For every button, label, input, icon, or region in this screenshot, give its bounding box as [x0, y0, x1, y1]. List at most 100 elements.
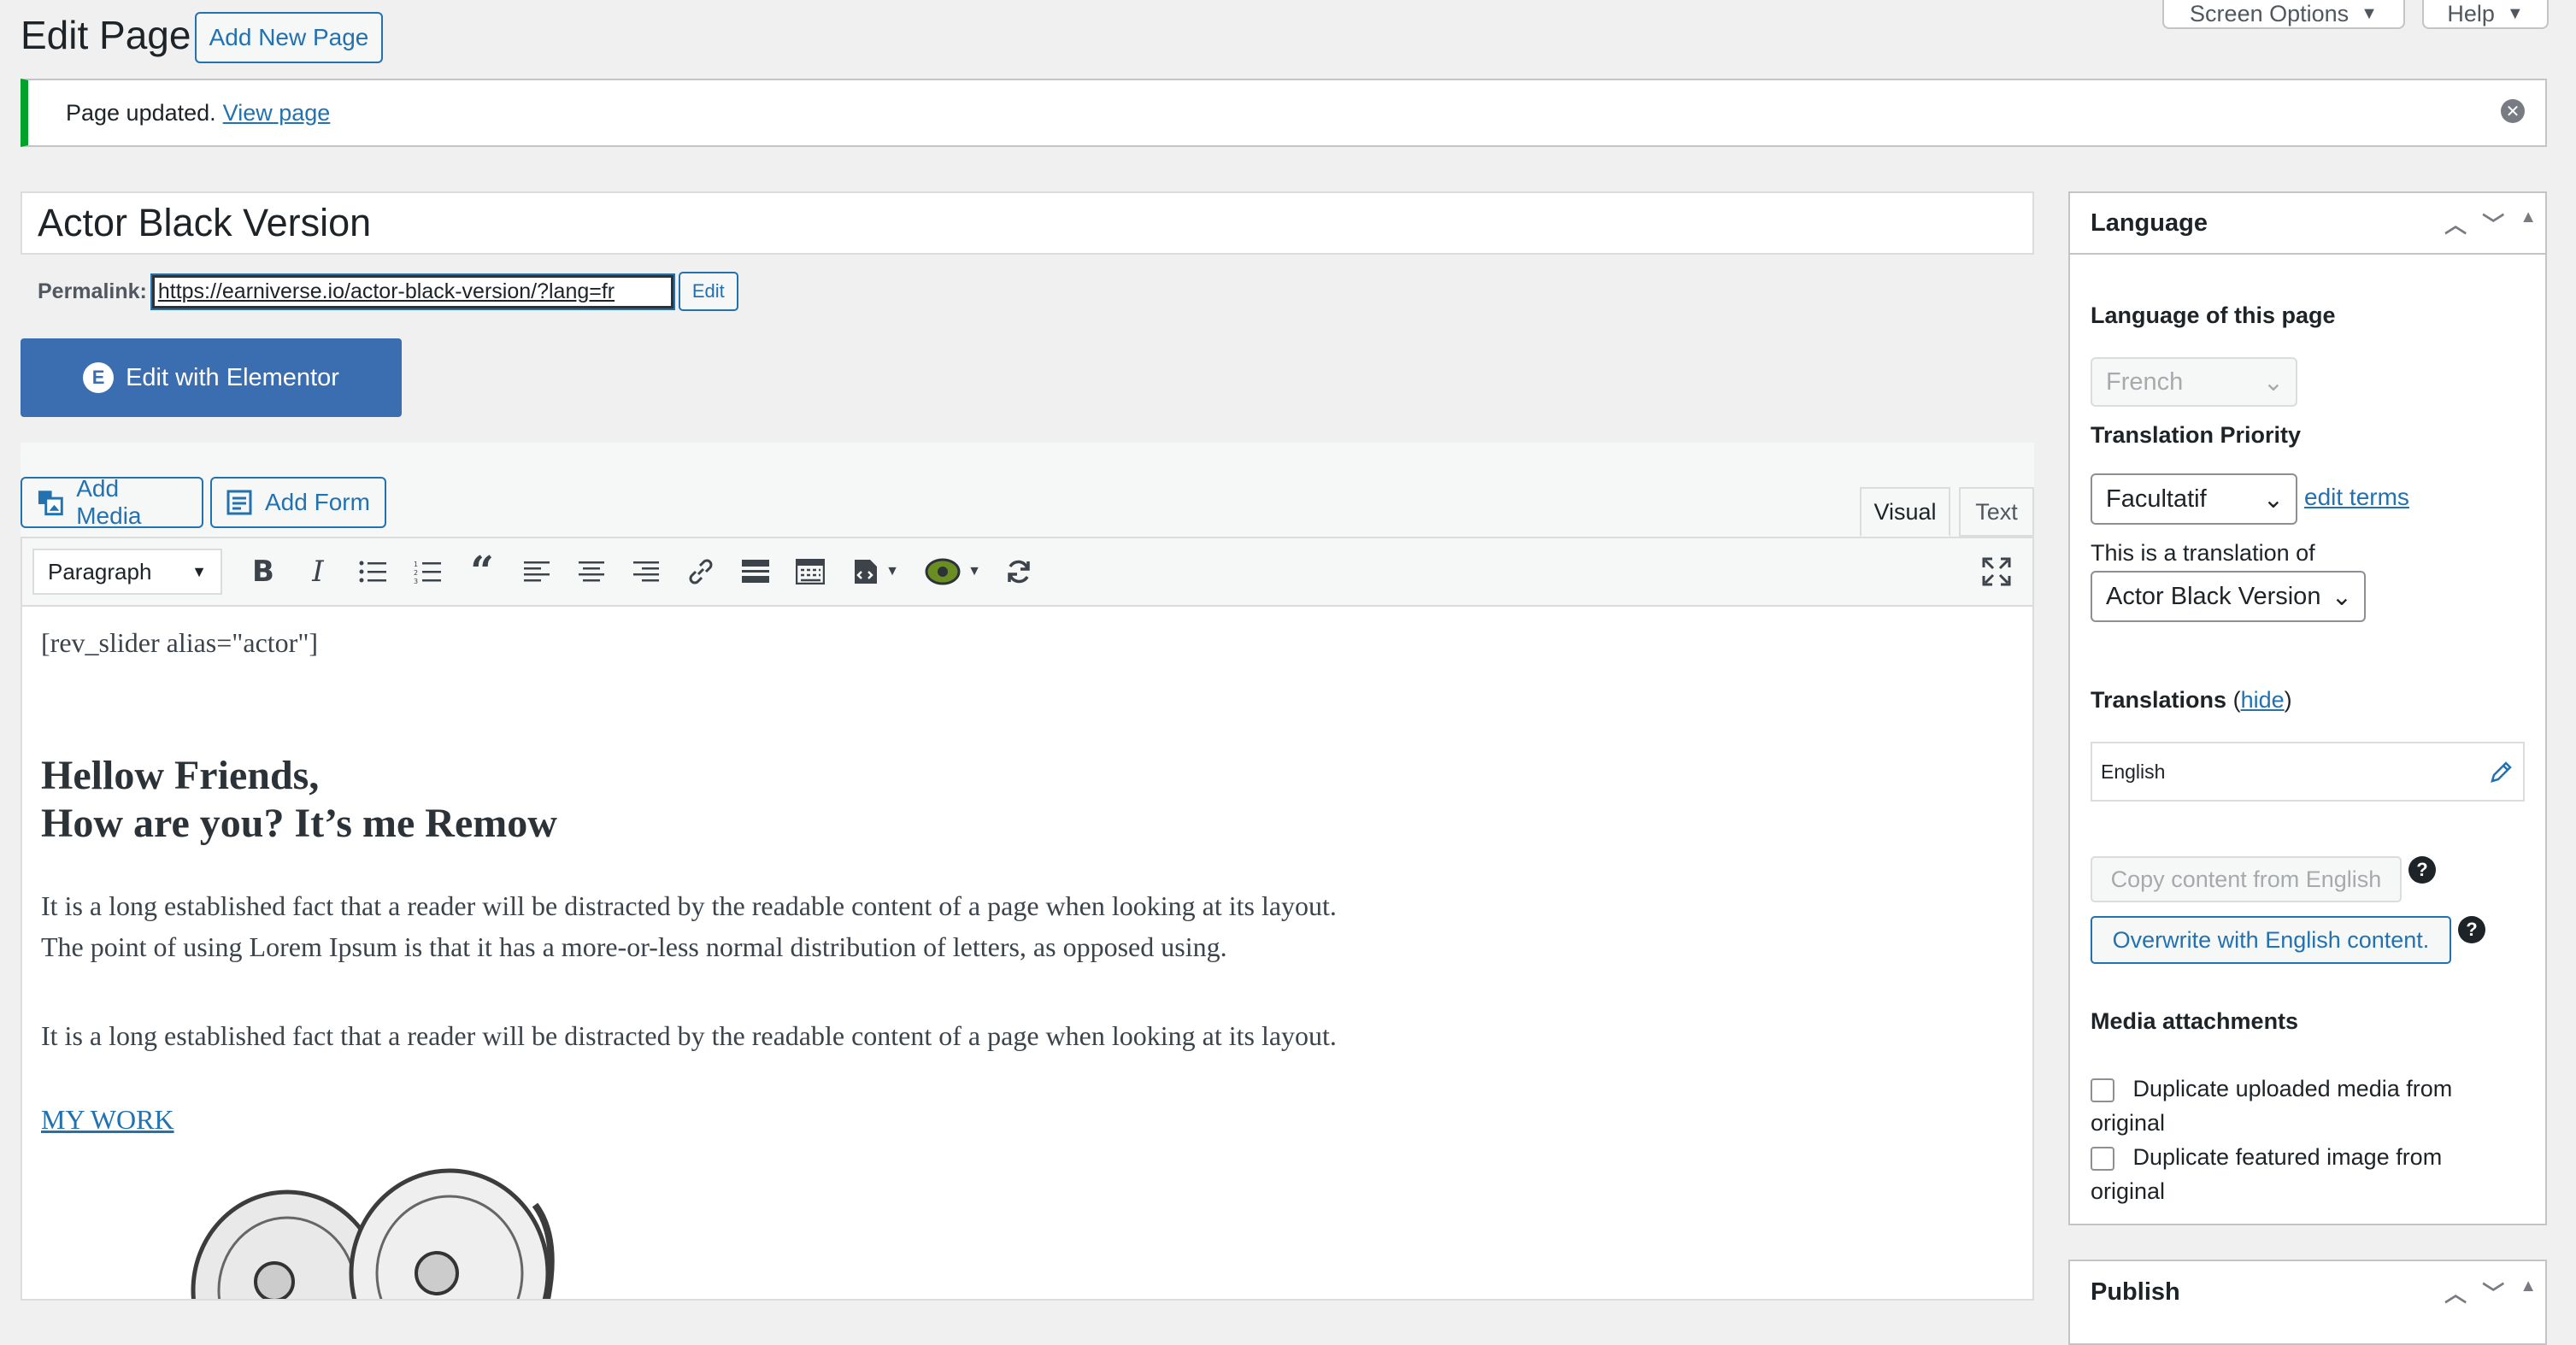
- chevron-up-icon[interactable]: ︿: [2444, 208, 2467, 239]
- heading-line-1: Hellow Friends,: [41, 753, 320, 798]
- shortcode-icon[interactable]: ▼: [838, 546, 915, 597]
- read-more-icon[interactable]: [728, 546, 783, 597]
- duplicate-media-checkbox[interactable]: [2091, 1078, 2114, 1102]
- metabox-controls: ︿ ﹀ ▲: [2444, 1277, 2537, 1308]
- add-form-label: Add Form: [265, 489, 370, 515]
- overwrite-content-button[interactable]: Overwrite with English content.: [2091, 916, 2451, 964]
- format-select[interactable]: Paragraph ▼: [32, 549, 222, 595]
- align-center-icon[interactable]: [564, 546, 619, 597]
- editor-content[interactable]: [rev_slider alias="actor"] Hellow Friend…: [21, 607, 2034, 1301]
- elementor-icon: E: [83, 362, 115, 393]
- duplicate-media-label-2: original: [2091, 1110, 2166, 1136]
- language-select-value: French: [2106, 367, 2184, 396]
- chevron-down-icon: ⌄: [2262, 368, 2284, 396]
- heading-line-2: How are you? It’s me Remow: [41, 801, 557, 846]
- chevron-down-icon[interactable]: ﹀: [2482, 1277, 2504, 1308]
- translation-of-select[interactable]: Actor Black Version ⌄: [2091, 571, 2366, 622]
- edit-with-elementor-label: Edit with Elementor: [126, 363, 339, 391]
- duplicate-featured-option: Duplicate featured image from original: [2091, 1140, 2442, 1208]
- metabox-controls: ︿ ﹀ ▲: [2444, 208, 2537, 239]
- dismiss-icon[interactable]: ✕: [2501, 99, 2525, 123]
- post-title-input[interactable]: Actor Black Version: [21, 191, 2034, 255]
- copy-content-button: Copy content from English: [2091, 856, 2402, 902]
- fullscreen-icon[interactable]: [1969, 546, 2024, 597]
- refresh-icon[interactable]: [991, 546, 1046, 597]
- translation-priority-value: Facultatif: [2106, 485, 2207, 513]
- translation-of-label: This is a translation of: [2091, 540, 2315, 566]
- translation-priority-label: Translation Priority: [2091, 422, 2302, 448]
- help-label: Help: [2447, 0, 2495, 26]
- copy-help-icon[interactable]: ?: [2408, 856, 2436, 884]
- add-new-page-button[interactable]: Add New Page: [195, 12, 383, 63]
- duplicate-featured-checkbox[interactable]: [2091, 1146, 2114, 1171]
- chevron-down-icon: ⌄: [2331, 583, 2352, 611]
- updated-notice: Page updated. View page ✕: [21, 79, 2547, 147]
- svg-text:1: 1: [414, 561, 418, 568]
- duplicate-media-label-1: Duplicate uploaded media from: [2132, 1076, 2453, 1101]
- hide-translations-link[interactable]: hide: [2241, 687, 2285, 713]
- caret-down-icon: ▼: [2361, 3, 2378, 23]
- translation-priority-select[interactable]: Facultatif ⌄: [2091, 473, 2297, 525]
- caret-down-icon: ▼: [885, 564, 899, 579]
- add-media-button[interactable]: Add Media: [21, 475, 203, 529]
- overwrite-help-icon[interactable]: ?: [2458, 916, 2485, 943]
- language-of-page-label: Language of this page: [2091, 302, 2336, 328]
- numbered-list-icon[interactable]: 123: [400, 546, 455, 597]
- duplicate-featured-label-2: original: [2091, 1178, 2166, 1204]
- screen-options-label: Screen Options: [2190, 0, 2350, 26]
- add-form-button[interactable]: Add Form: [210, 477, 386, 528]
- translations-label: Translations: [2091, 687, 2227, 713]
- svg-text:2: 2: [414, 569, 418, 577]
- tab-text[interactable]: Text: [1959, 487, 2034, 537]
- my-work-link[interactable]: MY WORK: [41, 1104, 174, 1135]
- screen-options-button[interactable]: Screen Options ▼: [2162, 0, 2405, 29]
- permalink-edit-button[interactable]: Edit: [678, 272, 738, 311]
- toolbar-toggle-icon[interactable]: [783, 546, 838, 597]
- italic-icon[interactable]: I: [291, 546, 345, 597]
- collapse-icon[interactable]: ▲: [2520, 208, 2537, 239]
- bullet-list-icon[interactable]: [345, 546, 400, 597]
- pencil-icon[interactable]: [2489, 759, 2514, 784]
- language-metabox-header: Language ︿ ﹀ ▲: [2070, 193, 2545, 255]
- link-icon[interactable]: [673, 546, 728, 597]
- duplicate-media-option: Duplicate uploaded media from original: [2091, 1072, 2452, 1140]
- caret-down-icon: ▼: [967, 564, 981, 579]
- permalink-label: Permalink:: [38, 279, 147, 303]
- page-title: Edit Page: [21, 13, 191, 57]
- chevron-up-icon[interactable]: ︿: [2444, 1277, 2467, 1308]
- publish-metabox-title: Publish: [2091, 1277, 2180, 1306]
- collapse-icon[interactable]: ▲: [2520, 1277, 2537, 1308]
- slider-revolution-icon[interactable]: ▼: [915, 546, 991, 597]
- language-metabox-title: Language: [2091, 209, 2208, 237]
- translation-language: English: [2101, 760, 2166, 783]
- view-page-link[interactable]: View page: [223, 100, 331, 126]
- translation-row-english: English: [2091, 742, 2525, 802]
- edit-terms-link[interactable]: edit terms: [2304, 484, 2409, 511]
- translation-of-value: Actor Black Version: [2106, 582, 2321, 610]
- chevron-down-icon: ⌄: [2262, 485, 2284, 514]
- tab-visual[interactable]: Visual: [1860, 487, 1950, 537]
- permalink-url[interactable]: https://earniverse.io/actor-black-versio…: [150, 273, 675, 310]
- align-right-icon[interactable]: [619, 546, 673, 597]
- chevron-down-icon[interactable]: ﹀: [2482, 208, 2504, 239]
- translations-heading: Translations (hide): [2091, 687, 2292, 713]
- publish-metabox-header: Publish ︿ ﹀ ▲: [2070, 1261, 2545, 1323]
- edit-with-elementor-button[interactable]: E Edit with Elementor: [21, 338, 402, 417]
- svg-text:3: 3: [414, 578, 418, 584]
- blockquote-icon[interactable]: “: [455, 546, 509, 597]
- publish-metabox: Publish ︿ ﹀ ▲: [2068, 1260, 2547, 1345]
- align-left-icon[interactable]: [509, 546, 564, 597]
- help-button[interactable]: Help ▼: [2422, 0, 2549, 29]
- caret-down-icon: ▼: [2506, 3, 2524, 23]
- editor-toolbar: Paragraph ▼ B I 123 “ ▼ ▼: [21, 537, 2034, 607]
- format-select-value: Paragraph: [48, 558, 152, 584]
- language-select: French ⌄: [2091, 357, 2297, 407]
- shortcode-text: [rev_slider alias="actor"]: [41, 627, 319, 658]
- bold-icon[interactable]: B: [236, 546, 291, 597]
- add-media-label: Add Media: [76, 475, 142, 529]
- paragraph-2: It is a long established fact that a rea…: [41, 1020, 1337, 1051]
- form-icon: [226, 490, 252, 515]
- paragraph-1-line-2: The point of using Lorem Ipsum is that i…: [41, 931, 1227, 962]
- reels-image: [191, 1168, 555, 1299]
- add-media-icon: [38, 490, 63, 516]
